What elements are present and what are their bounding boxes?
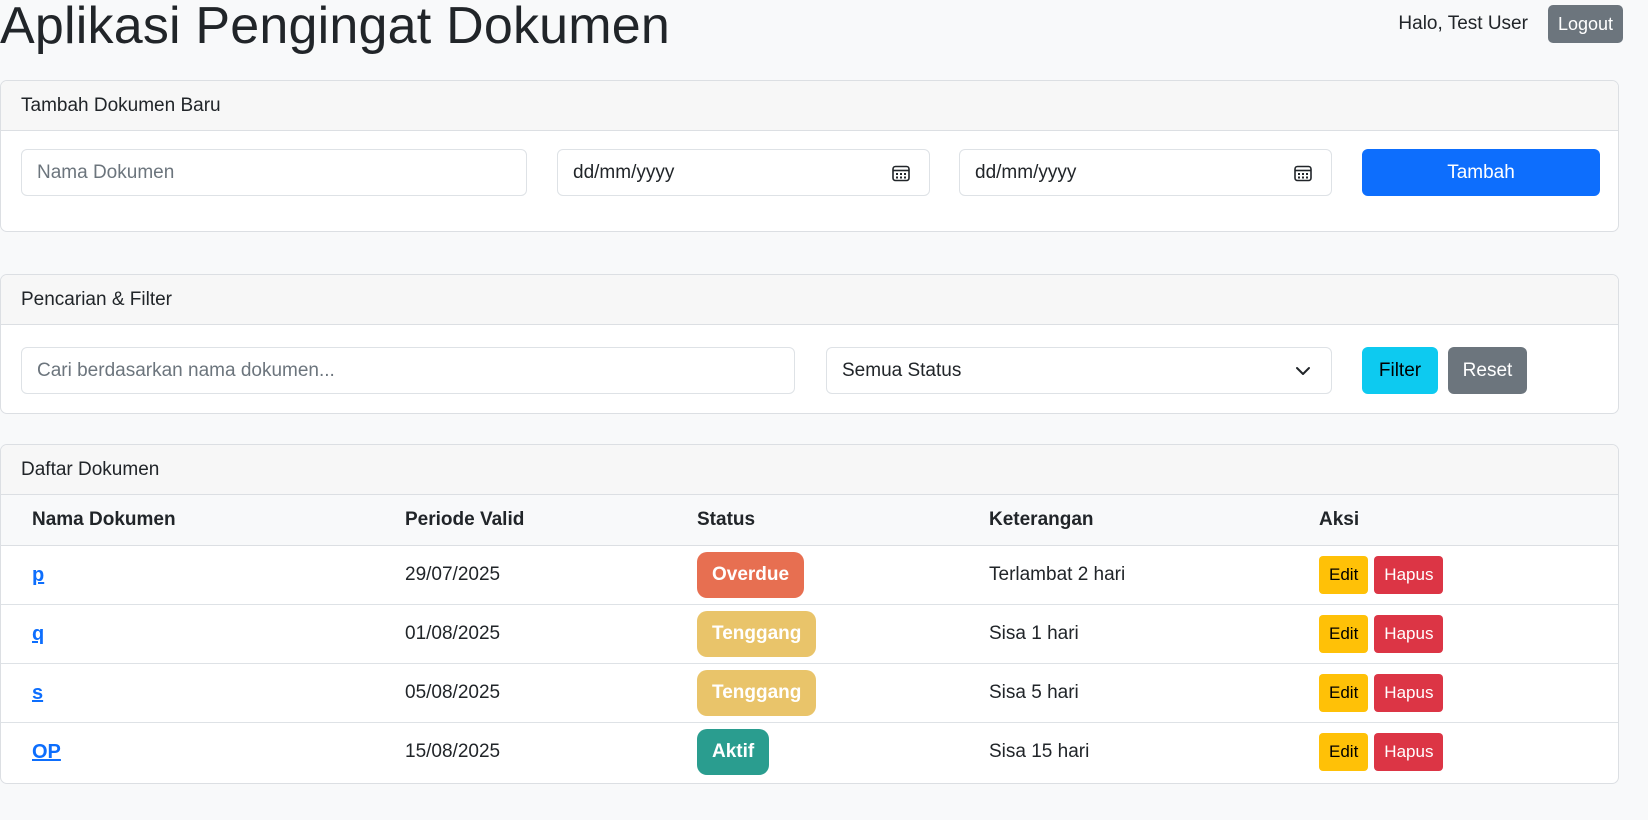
delete-button[interactable]: Hapus [1374, 615, 1444, 653]
column-header-status: Status [697, 495, 989, 546]
status-badge: Tenggang [697, 670, 817, 716]
end-date-input[interactable]: dd/mm/yyyy [959, 149, 1332, 196]
document-link[interactable]: OP [32, 741, 61, 763]
status-badge: Aktif [697, 729, 770, 775]
start-date-input[interactable]: dd/mm/yyyy [557, 149, 930, 196]
period-cell: 29/07/2025 [405, 545, 697, 605]
status-badge: Overdue [697, 552, 805, 598]
filter-button[interactable]: Filter [1362, 347, 1438, 394]
user-area: Halo, Test User Logout [1398, 5, 1623, 43]
status-select-value: Semua Status [842, 359, 962, 381]
calendar-icon[interactable] [1293, 163, 1313, 183]
edit-button[interactable]: Edit [1319, 674, 1369, 712]
actions-cell: Edit Hapus [1319, 604, 1618, 664]
page-title: Aplikasi Pengingat Dokumen [0, 0, 671, 55]
reset-button[interactable]: Reset [1448, 347, 1527, 394]
table-row: s 05/08/2025 Tenggang Sisa 5 hari Edit Ha… [1, 663, 1618, 723]
document-link[interactable]: s [32, 682, 43, 704]
actions-cell: Edit Hapus [1319, 723, 1618, 782]
calendar-icon[interactable] [891, 163, 911, 183]
delete-button[interactable]: Hapus [1374, 733, 1444, 771]
delete-button[interactable]: Hapus [1374, 674, 1444, 712]
edit-button[interactable]: Edit [1319, 733, 1369, 771]
search-filter-card: Pencarian & Filter Cari berdasarkan nama… [0, 274, 1619, 414]
document-table: Nama Dokumen Periode Valid Status Ketera… [1, 495, 1618, 781]
user-greeting: Halo, Test User [1398, 13, 1528, 34]
period-cell: 15/08/2025 [405, 741, 501, 762]
search-input[interactable]: Cari berdasarkan nama dokumen... [21, 347, 795, 394]
period-cell: 01/08/2025 [405, 604, 697, 664]
start-date-value: dd/mm/yyyy [573, 161, 675, 183]
document-list-card: Daftar Dokumen Nama Dokumen Periode Vali… [0, 444, 1619, 784]
note-cell: Sisa 1 hari [989, 604, 1319, 664]
table-header-row: Nama Dokumen Periode Valid Status Ketera… [1, 495, 1618, 546]
add-document-header: Tambah Dokumen Baru [1, 81, 1618, 131]
end-date-value: dd/mm/yyyy [975, 161, 1077, 183]
add-document-card: Tambah Dokumen Baru Nama Dokumen dd/mm/y… [0, 80, 1619, 232]
status-select[interactable]: Semua Status [826, 347, 1332, 394]
document-name-input[interactable]: Nama Dokumen [21, 149, 527, 196]
column-header-actions: Aksi [1319, 495, 1618, 546]
column-header-name: Nama Dokumen [1, 495, 405, 546]
logout-button[interactable]: Logout [1547, 5, 1623, 43]
document-link[interactable]: q [32, 623, 44, 645]
edit-button[interactable]: Edit [1319, 615, 1369, 653]
document-link[interactable]: p [32, 564, 44, 586]
actions-cell: Edit Hapus [1319, 663, 1618, 723]
add-document-button[interactable]: Tambah [1362, 149, 1600, 196]
note-cell: Sisa 5 hari [989, 663, 1319, 723]
table-row: p 29/07/2025 Overdue Terlambat 2 hari Ed… [1, 545, 1618, 605]
column-header-note: Keterangan [989, 495, 1319, 546]
table-row: q 01/08/2025 Tenggang Sisa 1 hari Edit Ha… [1, 604, 1618, 664]
period-cell: 05/08/2025 [405, 663, 697, 723]
document-list-header: Daftar Dokumen [1, 445, 1618, 495]
edit-button[interactable]: Edit [1319, 556, 1369, 594]
search-filter-header: Pencarian & Filter [1, 275, 1618, 325]
note-cell: Terlambat 2 hari [989, 545, 1319, 605]
actions-cell: Edit Hapus [1319, 545, 1618, 605]
column-header-period: Periode Valid [405, 495, 697, 546]
status-badge: Tenggang [697, 611, 817, 657]
delete-button[interactable]: Hapus [1374, 556, 1444, 594]
chevron-down-icon [1296, 367, 1310, 375]
table-row: OP 15/08/2025 Aktif Sisa 15 hari Edit Hap… [1, 723, 1618, 782]
note-cell: Sisa 15 hari [989, 741, 1090, 762]
